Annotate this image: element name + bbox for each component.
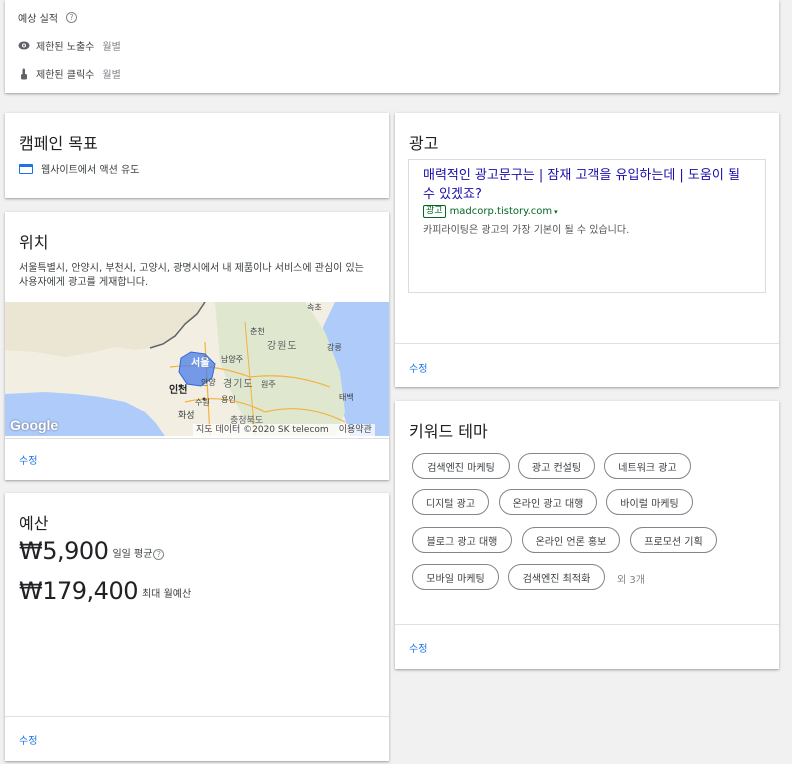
map-label-gangwon: 강원도 <box>267 341 298 352</box>
keyword-chip[interactable]: 온라인 언론 홍보 <box>522 527 620 553</box>
budget-monthly-row: ₩179,400 최대 월예산 <box>19 577 191 605</box>
ad-badge: 광고 <box>423 205 446 218</box>
forecast-card: 예상 실적 ? 제한된 노출수 월별 제한된 클릭수 월별 <box>5 0 779 93</box>
location-card: 위치 서울특별시, 안양시, 부천시, 고양시, 광명시에서 내 제품이나 서비… <box>5 212 389 480</box>
ad-divider <box>395 343 779 344</box>
ad-preview: 매력적인 광고문구는 | 잠재 고객을 유입하는데 | 도움이 될 수 있겠죠?… <box>408 159 766 293</box>
keywords-edit-link[interactable]: 수정 <box>409 640 427 655</box>
keyword-chip[interactable]: 프로모션 기획 <box>630 527 717 553</box>
map-label-yongin: 용인 <box>221 395 236 404</box>
campaign-goal-item: 웹사이트에서 액션 유도 <box>19 161 139 176</box>
map-label-hwaseong: 화성 <box>178 411 195 421</box>
map-label-seoul: 서울 <box>191 358 210 369</box>
impressions-label: 제한된 노출수 <box>36 42 95 53</box>
keyword-chip[interactable]: 검색엔진 마케팅 <box>412 453 510 479</box>
keywords-title: 키워드 테마 <box>409 422 488 441</box>
ad-description: 카피라이팅은 광고의 가장 기본이 될 수 있습니다. <box>423 225 630 236</box>
location-title: 위치 <box>19 233 49 252</box>
keyword-chip[interactable]: 바이럴 마케팅 <box>606 489 693 515</box>
help-icon[interactable]: ? <box>153 549 165 560</box>
ad-card: 광고 매력적인 광고문구는 | 잠재 고객을 유입하는데 | 도움이 될 수 있… <box>395 113 779 387</box>
budget-edit-link[interactable]: 수정 <box>19 732 37 747</box>
location-divider <box>5 438 389 439</box>
budget-daily-amount: ₩5,900 <box>19 537 109 565</box>
location-map[interactable]: 속초 춘천 강원도 강릉 서울 남양주 인천 안양 경기도 원주 수원 용인 화… <box>5 302 389 436</box>
map-label-anyang: 안양 <box>201 378 216 387</box>
keyword-chip[interactable]: 검색엔진 최적화 <box>508 564 605 590</box>
map-label-taebaek: 태백 <box>339 393 354 402</box>
budget-title: 예산 <box>19 514 49 533</box>
map-label-chuncheon: 춘천 <box>250 327 265 336</box>
map-label-wonju: 원주 <box>261 380 276 389</box>
map-attribution-bar: 지도 데이터 ©2020 SK telecom 이용약관 <box>193 424 375 436</box>
campaign-goal-card: 캠페인 목표 웹사이트에서 액션 유도 <box>5 113 389 198</box>
impressions-period: 월별 <box>102 42 121 53</box>
ad-url-row: 광고 madcorp.tistory.com ▾ <box>423 205 558 218</box>
google-logo: Google <box>10 417 59 433</box>
budget-daily-row: ₩5,900 일일 평균 ? <box>19 537 165 565</box>
ad-headline: 매력적인 광고문구는 | 잠재 고객을 유입하는데 | 도움이 될 수 있겠죠? <box>423 168 740 202</box>
map-attribution: 지도 데이터 ©2020 SK telecom <box>196 425 329 435</box>
budget-card: 예산 ₩5,900 일일 평균 ? ₩179,400 최대 월예산 수정 <box>5 493 389 761</box>
clicks-period: 월별 <box>102 70 121 81</box>
location-edit-link[interactable]: 수정 <box>19 452 37 467</box>
keyword-chip[interactable]: 광고 컨설팅 <box>518 453 595 479</box>
budget-monthly-note: 최대 월예산 <box>141 589 192 600</box>
map-label-gangneung: 강릉 <box>327 343 342 352</box>
keyword-chip[interactable]: 온라인 광고 대행 <box>499 489 597 515</box>
website-icon <box>19 163 33 174</box>
forecast-clicks-row: 제한된 클릭수 월별 <box>18 66 121 81</box>
pointer-hand-icon <box>21 68 27 79</box>
keywords-more[interactable]: 외 3개 <box>617 571 645 586</box>
keywords-card: 키워드 테마 검색엔진 마케팅 광고 컨설팅 네트워크 광고 디지털 광고 온라… <box>395 401 779 669</box>
eye-icon <box>18 41 30 50</box>
budget-daily-note: 일일 평균 <box>112 549 153 560</box>
map-graphic <box>5 302 389 436</box>
budget-divider <box>5 716 389 717</box>
forecast-title: 예상 실적 <box>18 14 58 25</box>
ad-title: 광고 <box>409 134 439 153</box>
clicks-label: 제한된 클릭수 <box>36 70 95 81</box>
forecast-impressions-row: 제한된 노출수 월별 <box>18 38 121 53</box>
keyword-chip[interactable]: 디지털 광고 <box>412 489 489 515</box>
map-label-namyangju: 남양주 <box>221 355 244 364</box>
forecast-title-row: 예상 실적 ? <box>18 10 77 25</box>
map-label-sokcho: 속초 <box>307 303 322 312</box>
dropdown-arrow-icon: ▾ <box>554 207 558 216</box>
keywords-divider <box>395 624 779 625</box>
ad-edit-link[interactable]: 수정 <box>409 360 427 375</box>
map-label-suwon: 수원 <box>195 398 210 407</box>
map-terms-link[interactable]: 이용약관 <box>339 424 372 436</box>
help-icon[interactable]: ? <box>65 12 77 23</box>
location-description: 서울특별시, 안양시, 부천시, 고양시, 광명시에서 내 제품이나 서비스에 … <box>19 263 364 288</box>
budget-monthly-amount: ₩179,400 <box>19 577 138 605</box>
keyword-chip[interactable]: 블로그 광고 대행 <box>412 527 512 553</box>
campaign-goal-title: 캠페인 목표 <box>19 134 98 153</box>
map-label-incheon: 인천 <box>169 385 188 396</box>
keyword-chip[interactable]: 네트워크 광고 <box>604 453 691 479</box>
keyword-chip[interactable]: 모바일 마케팅 <box>412 564 499 590</box>
campaign-goal-label: 웹사이트에서 액션 유도 <box>41 165 140 176</box>
map-label-gyeonggi: 경기도 <box>223 379 254 390</box>
ad-url: madcorp.tistory.com <box>449 206 553 217</box>
